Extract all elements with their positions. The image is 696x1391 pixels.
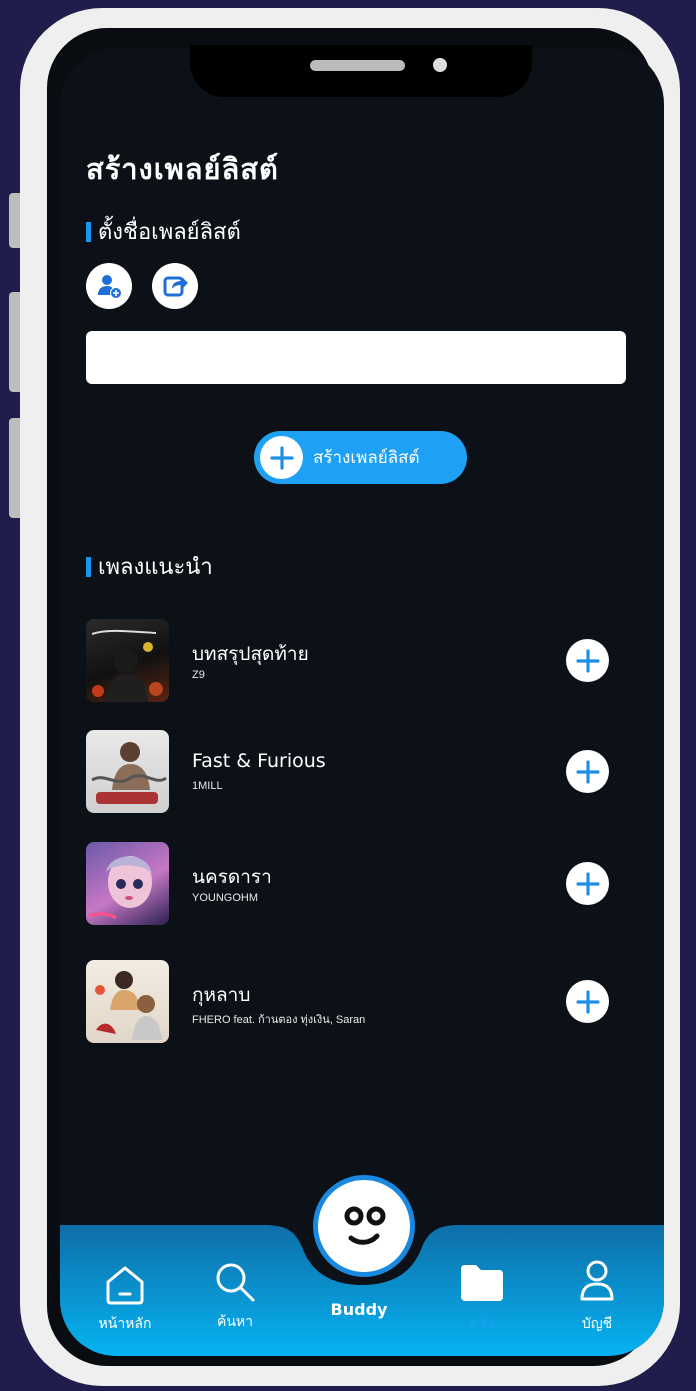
nav-search-label: ค้นหา bbox=[216, 1314, 254, 1330]
nav-library[interactable]: คลัง bbox=[432, 1225, 532, 1356]
share-button[interactable] bbox=[152, 263, 198, 309]
nav-library-label: คลัง bbox=[469, 1316, 495, 1332]
recommend-section-heading: เพลงแนะนำ bbox=[86, 549, 213, 584]
nav-home-label: หน้าหลัก bbox=[98, 1316, 152, 1332]
create-playlist-label: สร้างเพลย์ลิสต์ bbox=[313, 448, 420, 468]
nav-account[interactable]: บัญชี bbox=[547, 1225, 647, 1356]
folder-icon bbox=[461, 1265, 503, 1301]
song-title: กุหลาบ bbox=[192, 984, 251, 1006]
speaker bbox=[310, 60, 405, 71]
search-icon bbox=[216, 1263, 255, 1302]
create-playlist-button[interactable]: สร้างเพลย์ลิสต์ bbox=[254, 431, 467, 484]
add-user-button[interactable] bbox=[86, 263, 132, 309]
song-title: นครดารา bbox=[192, 866, 272, 888]
song-title: Fast & Furious bbox=[192, 750, 326, 772]
add-song-button[interactable] bbox=[566, 639, 609, 682]
plus-icon bbox=[260, 436, 303, 479]
plus-icon bbox=[575, 759, 600, 784]
user-icon bbox=[580, 1260, 614, 1301]
section-accent-bar bbox=[86, 556, 91, 577]
buddy-button[interactable] bbox=[313, 1175, 415, 1277]
add-song-button[interactable] bbox=[566, 750, 609, 793]
song-artist: YOUNGOHM bbox=[192, 892, 258, 904]
album-cover bbox=[86, 960, 169, 1043]
album-cover bbox=[86, 730, 169, 813]
phone-notch bbox=[190, 45, 532, 97]
share-icon bbox=[163, 276, 188, 297]
page-title: สร้างเพลย์ลิสต์ bbox=[86, 152, 279, 186]
song-title: บทสรุปสุดท้าย bbox=[192, 643, 309, 665]
album-cover bbox=[86, 842, 169, 925]
camera bbox=[433, 58, 447, 72]
list-item[interactable]: Fast & Furious 1MILL bbox=[86, 730, 626, 813]
recommend-section-label: เพลงแนะนำ bbox=[98, 555, 213, 580]
name-section-heading: ตั้งชื่อเพลย์ลิสต์ bbox=[86, 214, 241, 249]
section-accent-bar bbox=[86, 221, 91, 242]
plus-icon bbox=[575, 871, 600, 896]
nav-search[interactable]: ค้นหา bbox=[185, 1225, 285, 1356]
nav-buddy-label: Buddy bbox=[330, 1300, 388, 1319]
song-artist: Z9 bbox=[192, 669, 205, 681]
add-user-icon bbox=[98, 275, 122, 299]
plus-icon bbox=[575, 648, 600, 673]
name-section-label: ตั้งชื่อเพลย์ลิสต์ bbox=[98, 220, 241, 245]
list-item[interactable]: บทสรุปสุดท้าย Z9 bbox=[86, 619, 626, 702]
list-item[interactable]: นครดารา YOUNGOHM bbox=[86, 842, 626, 925]
buddy-face-icon bbox=[344, 1206, 386, 1245]
list-item[interactable]: กุหลาบ FHERO feat. ก้านตอง ทุ่งเงิน, Sar… bbox=[86, 960, 626, 1043]
playlist-name-input[interactable] bbox=[86, 331, 626, 384]
song-artist: 1MILL bbox=[192, 780, 223, 792]
add-song-button[interactable] bbox=[566, 862, 609, 905]
add-song-button[interactable] bbox=[566, 980, 609, 1023]
nav-home[interactable]: หน้าหลัก bbox=[75, 1225, 175, 1356]
album-cover bbox=[86, 619, 169, 702]
song-artist: FHERO feat. ก้านตอง ทุ่งเงิน, Saran bbox=[192, 1014, 366, 1026]
plus-icon bbox=[575, 989, 600, 1014]
home-icon bbox=[106, 1266, 144, 1305]
nav-account-label: บัญชี bbox=[581, 1316, 613, 1332]
